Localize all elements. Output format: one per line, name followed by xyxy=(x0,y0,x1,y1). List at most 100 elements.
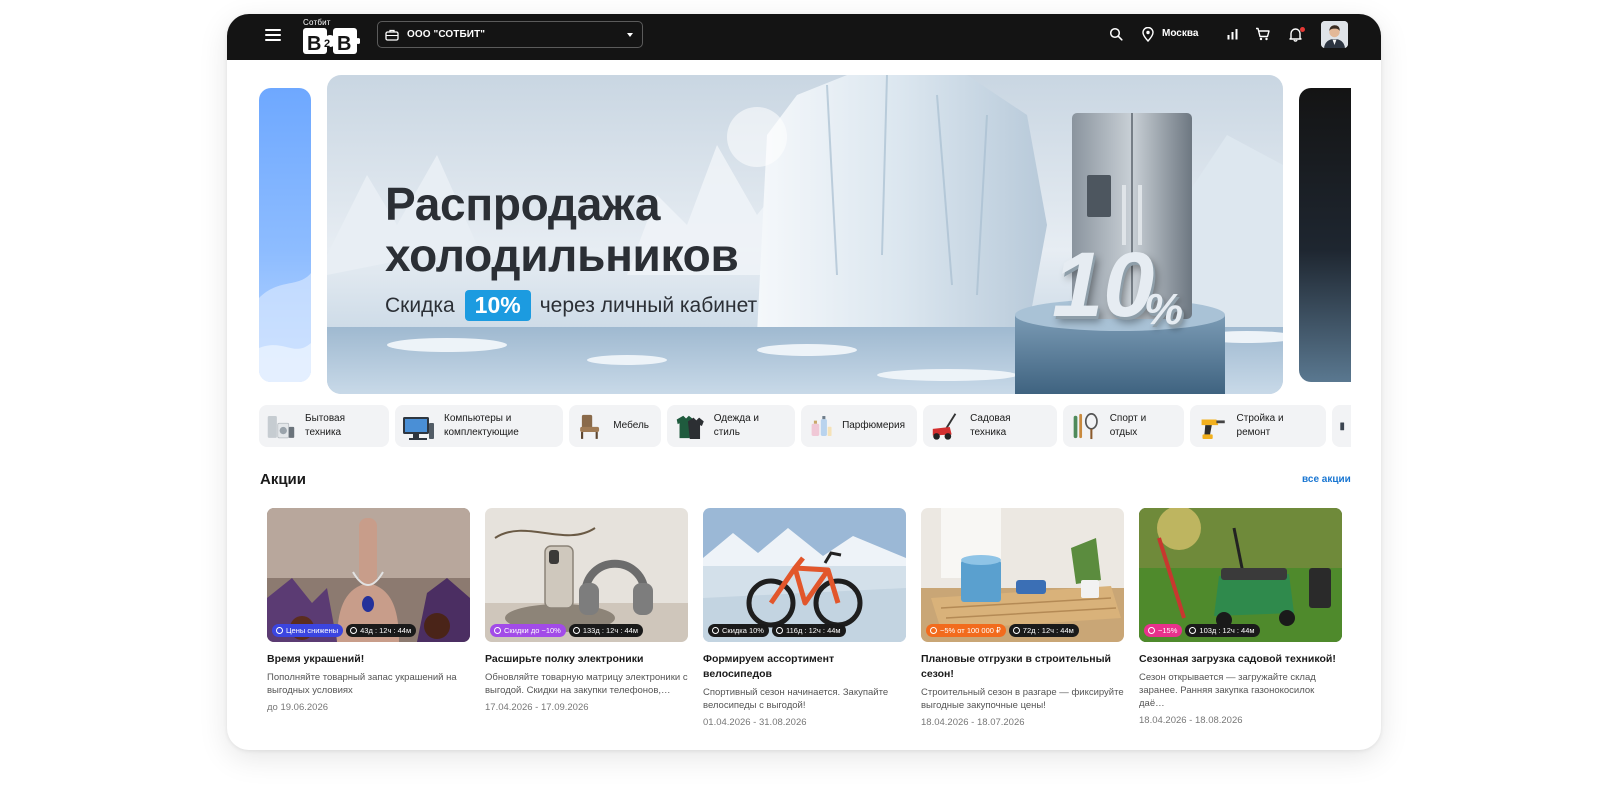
menu-icon[interactable] xyxy=(265,29,281,43)
search-icon[interactable] xyxy=(1109,27,1123,41)
clothes-icon xyxy=(676,415,704,440)
promo-description: Строительный сезон в разгаре — фиксируйт… xyxy=(921,687,1124,711)
category-label: Садовая техника xyxy=(970,413,1011,438)
category-furniture[interactable]: Мебель xyxy=(569,405,661,447)
promo-title: Формируем ассортимент велосипедов xyxy=(703,653,835,680)
category-label: Стройка и ремонт xyxy=(1236,413,1284,438)
promo-title: Время украшений! xyxy=(267,653,365,665)
promo-card[interactable]: −5% от 100 000 ₽ 72д : 12ч : 44м Плановы… xyxy=(921,508,1124,728)
promo-dates: 18.04.2026 - 18.07.2026 xyxy=(921,717,1025,728)
category-appliances[interactable]: Бытовая техника xyxy=(259,405,389,447)
clock-icon xyxy=(350,627,358,634)
location-pin-icon[interactable] xyxy=(1142,27,1154,42)
category-label: Мебель xyxy=(613,420,649,431)
tag-icon xyxy=(930,627,937,634)
banner-sub-after: через личный кабинет xyxy=(539,293,758,317)
promos-title: Акции xyxy=(260,471,307,488)
promo-card[interactable]: −15% 103д : 12ч : 44м Сезонная загрузка … xyxy=(1139,508,1342,726)
promo-chips: −5% от 100 000 ₽ 72д : 12ч : 44м xyxy=(926,624,1079,637)
banner-art-percent: % xyxy=(1144,285,1184,334)
banner-title-line-1: Распродажа xyxy=(385,178,661,230)
clock-icon xyxy=(1012,627,1020,634)
company-name: ООО "СОТБИТ" xyxy=(407,29,486,40)
tag-icon xyxy=(1148,627,1155,634)
promo-dates: до 19.06.2026 xyxy=(267,702,329,713)
logo[interactable]: Сотбит B 2 B xyxy=(302,18,362,56)
promo-badge-text: Цены снижены xyxy=(286,626,339,635)
promo-timer: 72д : 12ч : 44м xyxy=(1008,624,1079,637)
promo-timer-text: 116д : 12ч : 44м xyxy=(785,626,841,635)
appliances-icon xyxy=(267,415,295,439)
banner-10-percent-art: 10 % xyxy=(1052,233,1192,343)
svg-text:B: B xyxy=(307,33,321,55)
promo-badge-text: Скидки до −10% xyxy=(504,626,561,635)
chevron-down-icon xyxy=(627,33,633,37)
clock-icon xyxy=(572,627,580,634)
banner-subtitle: Скидка 10% через личный кабинет xyxy=(385,290,757,321)
computer-icon xyxy=(403,417,434,440)
promo-dates: 01.04.2026 - 31.08.2026 xyxy=(703,717,807,728)
promo-badge: Цены снижены xyxy=(272,624,344,637)
app-window: Сотбит B 2 B ООО "СОТБИТ" Москва Распрод… xyxy=(227,14,1381,750)
category-more[interactable] xyxy=(1332,405,1351,447)
promo-timer: 43д : 12ч : 44м xyxy=(346,624,417,637)
category-label: Бытовая техника xyxy=(305,413,346,438)
previous-slide-preview[interactable] xyxy=(259,88,311,382)
top-bar: Сотбит B 2 B ООО "СОТБИТ" Москва xyxy=(227,14,1381,60)
promo-timer-text: 43д : 12ч : 44м xyxy=(360,626,412,635)
category-perfume[interactable]: Парфюмерия xyxy=(801,405,917,447)
promo-dates: 17.04.2026 - 17.09.2026 xyxy=(485,702,589,713)
promo-banner[interactable]: Распродажа холодильников Скидка 10% чере… xyxy=(327,75,1283,394)
promo-description: Спортивный сезон начинается. Закупайте в… xyxy=(703,687,889,711)
category-construction[interactable]: Стройка и ремонт xyxy=(1190,405,1326,447)
promo-badge: −15% xyxy=(1144,624,1183,637)
promo-chips: Скидка 10% 116д : 12ч : 44м xyxy=(708,624,846,637)
promo-badge-text: −5% от 100 000 ₽ xyxy=(940,626,1001,635)
promo-title: Расширьте полку электроники xyxy=(485,653,644,665)
promo-card[interactable]: Скидка 10% 116д : 12ч : 44м Формируем ас… xyxy=(703,508,906,728)
notification-dot xyxy=(1300,27,1305,32)
promo-card[interactable]: Скидки до −10% 133д : 12ч : 44м Расширьт… xyxy=(485,508,688,713)
drill-icon xyxy=(1201,419,1225,439)
category-label: Компьютеры и комплектующие xyxy=(444,413,519,438)
promo-timer: 103д : 12ч : 44м xyxy=(1185,624,1260,637)
lawnmower-icon xyxy=(932,413,957,440)
banner-title-line-2: холодильников xyxy=(385,229,739,281)
city-selector[interactable]: Москва xyxy=(1162,28,1198,39)
promo-image-jewelry: Цены снижены 43д : 12ч : 44м xyxy=(267,508,470,642)
banner-sub-before: Скидка xyxy=(385,293,455,317)
avatar[interactable] xyxy=(1321,21,1348,48)
promo-badge-text: Скидка 10% xyxy=(722,626,764,635)
clock-icon xyxy=(1189,627,1197,634)
briefcase-icon xyxy=(385,29,399,41)
all-promos-link[interactable]: все акции xyxy=(1302,474,1351,485)
company-select[interactable]: ООО "СОТБИТ" xyxy=(377,21,643,48)
category-garden[interactable]: Садовая техника xyxy=(923,405,1057,447)
promo-image-bicycle: Скидка 10% 116д : 12ч : 44м xyxy=(703,508,906,642)
category-computers[interactable]: Компьютеры и комплектующие xyxy=(395,405,563,447)
next-slide-preview[interactable] xyxy=(1299,88,1351,382)
category-clothes[interactable]: Одежда и стиль xyxy=(667,405,795,447)
cart-icon[interactable] xyxy=(1255,27,1270,41)
compare-icon[interactable] xyxy=(1227,28,1239,40)
promo-badge-text: −15% xyxy=(1158,626,1178,635)
promo-timer-text: 72д : 12ч : 44м xyxy=(1022,626,1074,635)
promo-image-garden: −15% 103д : 12ч : 44м xyxy=(1139,508,1342,642)
promo-description: Обновляйте товарную матрицу электроники … xyxy=(485,672,688,696)
promo-timer: 133д : 12ч : 44м xyxy=(568,624,643,637)
promo-badge: −5% от 100 000 ₽ xyxy=(926,624,1006,637)
promo-description: Сезон открывается — загружайте склад зар… xyxy=(1139,672,1316,709)
promo-chips: −15% 103д : 12ч : 44м xyxy=(1144,624,1260,637)
category-sport[interactable]: Спорт и отдых xyxy=(1063,405,1184,447)
banner-title: Распродажа холодильников xyxy=(385,178,739,281)
promo-timer: 116д : 12ч : 44м xyxy=(771,624,846,637)
category-label: Спорт и отдых xyxy=(1109,413,1147,438)
promo-dates: 18.04.2026 - 18.08.2026 xyxy=(1139,715,1243,726)
promo-timer-text: 133д : 12ч : 44м xyxy=(582,626,638,635)
svg-text:B: B xyxy=(337,33,351,55)
more-category-icon xyxy=(1340,422,1345,431)
promo-title: Сезонная загрузка садовой техникой! xyxy=(1139,653,1336,665)
promo-card[interactable]: Цены снижены 43д : 12ч : 44м Время украш… xyxy=(267,508,470,713)
svg-text:2: 2 xyxy=(324,38,330,50)
promo-timer-text: 103д : 12ч : 44м xyxy=(1199,626,1255,635)
